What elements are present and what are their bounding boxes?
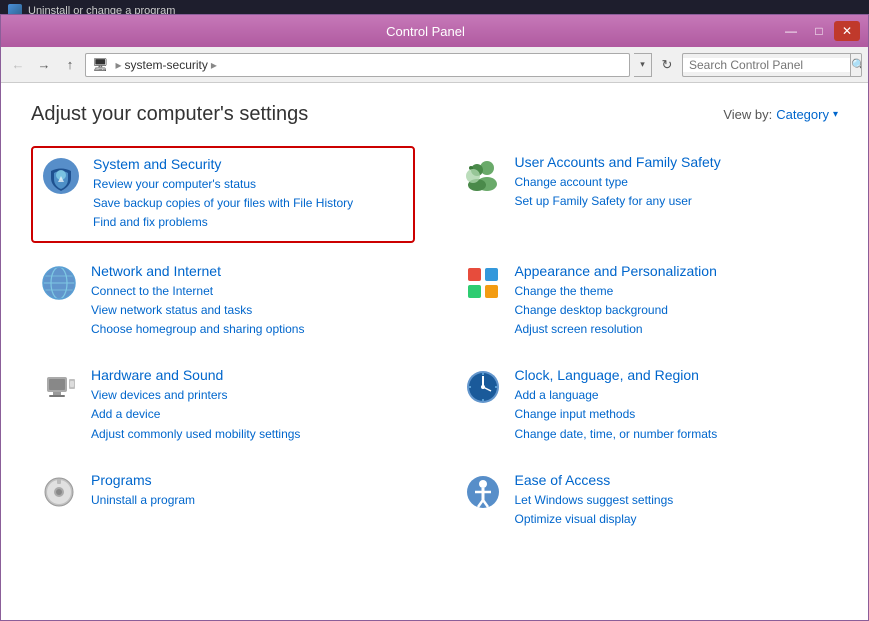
- title-bar: Control Panel — □ ✕: [1, 15, 868, 47]
- path-folder-icon: 🖥: [92, 57, 109, 73]
- link-add-language[interactable]: Add a language: [515, 386, 831, 405]
- address-bar: ← → ↑ 🖥 ▸ system-security ▸ ▾ ↻ 🔍: [1, 47, 868, 83]
- category-name-clock-language[interactable]: Clock, Language, and Region: [515, 367, 831, 383]
- link-backup[interactable]: Save backup copies of your files with Fi…: [93, 194, 405, 213]
- category-text-user-accounts: User Accounts and Family Safety Change a…: [515, 154, 831, 211]
- category-name-user-accounts[interactable]: User Accounts and Family Safety: [515, 154, 831, 170]
- content-header: Adjust your computer's settings View by:…: [31, 103, 838, 126]
- link-homegroup[interactable]: Choose homegroup and sharing options: [91, 320, 407, 339]
- content-area: Adjust your computer's settings View by:…: [1, 83, 868, 620]
- link-optimize-visual[interactable]: Optimize visual display: [515, 510, 831, 529]
- category-network-internet[interactable]: Network and Internet Connect to the Inte…: [31, 255, 415, 348]
- view-by-label: View by:: [723, 107, 772, 122]
- category-system-security[interactable]: System and Security Review your computer…: [31, 146, 415, 243]
- category-appearance[interactable]: Appearance and Personalization Change th…: [455, 255, 839, 348]
- window-controls: — □ ✕: [778, 21, 860, 41]
- category-text-programs: Programs Uninstall a program: [91, 472, 407, 510]
- icon-programs: [39, 472, 79, 512]
- icon-hardware-sound: [39, 367, 79, 407]
- category-name-hardware-sound[interactable]: Hardware and Sound: [91, 367, 407, 383]
- path-control-panel: system-security: [125, 58, 208, 72]
- link-review-computer[interactable]: Review your computer's status: [93, 175, 405, 194]
- icon-appearance: [463, 263, 503, 303]
- icon-ease-of-access: [463, 472, 503, 512]
- forward-button[interactable]: →: [33, 54, 55, 76]
- category-text-network-internet: Network and Internet Connect to the Inte…: [91, 263, 407, 340]
- link-devices-printers[interactable]: View devices and printers: [91, 386, 407, 405]
- search-input[interactable]: [683, 58, 850, 72]
- view-by-chevron[interactable]: ▾: [833, 109, 838, 120]
- maximize-button[interactable]: □: [806, 21, 832, 41]
- up-button[interactable]: ↑: [59, 54, 81, 76]
- category-ease-of-access[interactable]: Ease of Access Let Windows suggest setti…: [455, 464, 839, 537]
- category-programs[interactable]: Programs Uninstall a program: [31, 464, 415, 537]
- address-dropdown-btn[interactable]: ▾: [634, 53, 652, 77]
- path-separator-1: ▸: [116, 58, 122, 72]
- categories-grid: System and Security Review your computer…: [31, 146, 838, 537]
- search-button[interactable]: 🔍: [850, 53, 862, 77]
- link-uninstall-program[interactable]: Uninstall a program: [91, 491, 407, 510]
- minimize-button[interactable]: —: [778, 21, 804, 41]
- control-panel-window: Control Panel — □ ✕ ← → ↑ 🖥 ▸ system-sec…: [0, 14, 869, 621]
- link-fix-problems[interactable]: Find and fix problems: [93, 213, 405, 232]
- link-connect-internet[interactable]: Connect to the Internet: [91, 282, 407, 301]
- path-separator-2: ▸: [211, 58, 217, 72]
- category-name-appearance[interactable]: Appearance and Personalization: [515, 263, 831, 279]
- link-screen-resolution[interactable]: Adjust screen resolution: [515, 320, 831, 339]
- search-box: 🔍: [682, 53, 862, 77]
- link-date-time[interactable]: Change date, time, or number formats: [515, 425, 831, 444]
- category-hardware-sound[interactable]: Hardware and Sound View devices and prin…: [31, 359, 415, 452]
- address-path[interactable]: 🖥 ▸ system-security ▸: [85, 53, 630, 77]
- page-title: Adjust your computer's settings: [31, 103, 308, 126]
- category-name-ease-of-access[interactable]: Ease of Access: [515, 472, 831, 488]
- category-name-network-internet[interactable]: Network and Internet: [91, 263, 407, 279]
- link-windows-suggest[interactable]: Let Windows suggest settings: [515, 491, 831, 510]
- category-user-accounts[interactable]: User Accounts and Family Safety Change a…: [455, 146, 839, 243]
- category-name-system-security[interactable]: System and Security: [93, 156, 405, 172]
- view-by-control: View by: Category ▾: [723, 107, 838, 122]
- category-text-hardware-sound: Hardware and Sound View devices and prin…: [91, 367, 407, 444]
- link-network-status[interactable]: View network status and tasks: [91, 301, 407, 320]
- view-by-value[interactable]: Category: [776, 107, 829, 122]
- link-desktop-bg[interactable]: Change desktop background: [515, 301, 831, 320]
- link-family-safety[interactable]: Set up Family Safety for any user: [515, 192, 831, 211]
- link-input-methods[interactable]: Change input methods: [515, 405, 831, 424]
- category-clock-language[interactable]: Clock, Language, and Region Add a langua…: [455, 359, 839, 452]
- icon-system-security: [41, 156, 81, 196]
- link-add-device[interactable]: Add a device: [91, 405, 407, 424]
- category-text-ease-of-access: Ease of Access Let Windows suggest setti…: [515, 472, 831, 529]
- category-text-system-security: System and Security Review your computer…: [93, 156, 405, 233]
- category-name-programs[interactable]: Programs: [91, 472, 407, 488]
- window-title: Control Panel: [73, 24, 778, 39]
- icon-clock-language: [463, 367, 503, 407]
- link-mobility-settings[interactable]: Adjust commonly used mobility settings: [91, 425, 407, 444]
- refresh-button[interactable]: ↻: [656, 54, 678, 76]
- back-button[interactable]: ←: [7, 54, 29, 76]
- link-change-theme[interactable]: Change the theme: [515, 282, 831, 301]
- close-button[interactable]: ✕: [834, 21, 860, 41]
- icon-user-accounts: [463, 154, 503, 194]
- link-change-account[interactable]: Change account type: [515, 173, 831, 192]
- icon-network-internet: [39, 263, 79, 303]
- category-text-appearance: Appearance and Personalization Change th…: [515, 263, 831, 340]
- category-text-clock-language: Clock, Language, and Region Add a langua…: [515, 367, 831, 444]
